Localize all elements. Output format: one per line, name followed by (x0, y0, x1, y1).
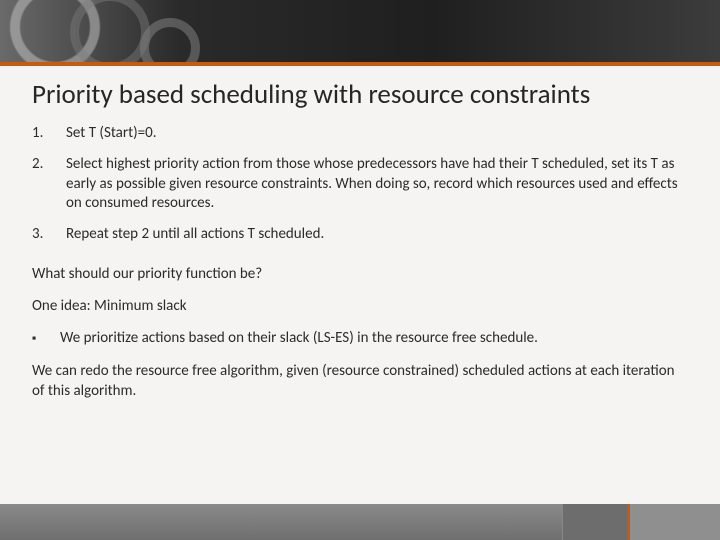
slide-title: Priority based scheduling with resource … (32, 80, 688, 110)
banner-image (0, 0, 720, 62)
closing-text: We can redo the resource free algorithm,… (32, 361, 688, 402)
footer-bar (0, 504, 720, 540)
step-text: Select highest priority action from thos… (66, 155, 688, 213)
bullet-text: We prioritize actions based on their sla… (60, 329, 538, 349)
footer-segment (562, 504, 627, 540)
gear-icon (140, 18, 200, 62)
steps-list: Set T (Start)=0. Select highest priority… (32, 124, 688, 244)
bullet-item: We prioritize actions based on their sla… (32, 329, 688, 349)
step-text: Repeat step 2 until all actions T schedu… (66, 225, 324, 244)
slide: Priority based scheduling with resource … (0, 0, 720, 540)
step-item: Repeat step 2 until all actions T schedu… (32, 225, 688, 244)
idea-text: One idea: Minimum slack (32, 296, 688, 316)
step-text: Set T (Start)=0. (66, 124, 157, 143)
content-area: Priority based scheduling with resource … (0, 66, 720, 504)
question-text: What should our priority function be? (32, 264, 688, 284)
step-item: Select highest priority action from thos… (32, 155, 688, 213)
step-item: Set T (Start)=0. (32, 124, 688, 143)
bullet-list: We prioritize actions based on their sla… (32, 329, 688, 349)
